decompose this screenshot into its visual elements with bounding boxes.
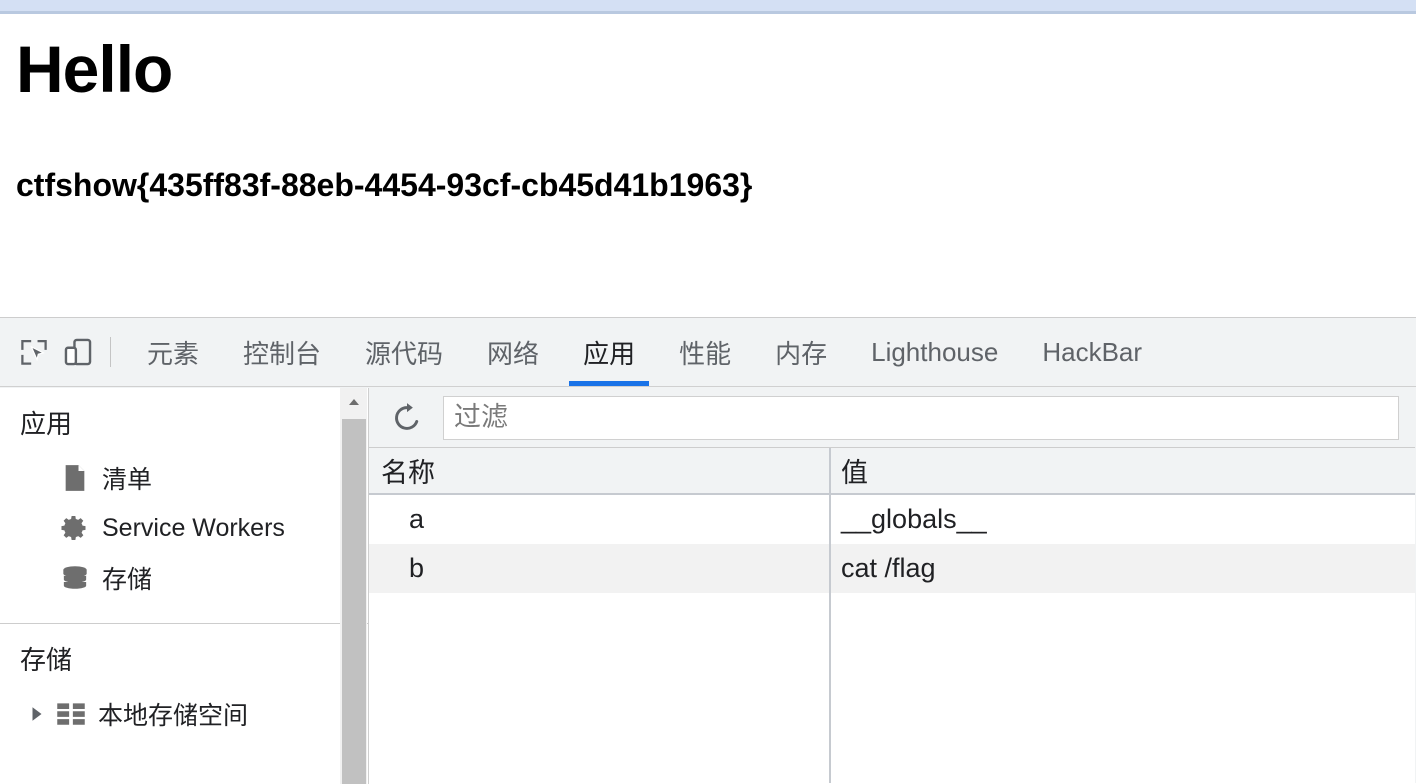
- sidebar-item-label: 本地存储空间: [98, 702, 249, 730]
- column-header-name[interactable]: 名称: [369, 448, 829, 493]
- tab-lighthouse[interactable]: Lighthouse: [849, 319, 1020, 386]
- sidebar-section-title-application: 应用: [20, 409, 73, 439]
- tab-memory[interactable]: 内存: [753, 319, 849, 386]
- cell-key[interactable]: a: [369, 495, 829, 544]
- table-row[interactable]: a __globals__: [369, 495, 1415, 544]
- tab-label: 网络: [487, 338, 540, 369]
- device-toolbar-icon[interactable]: [56, 330, 100, 374]
- sidebar-scrollbar[interactable]: [340, 388, 367, 784]
- database-icon: [60, 563, 90, 593]
- sidebar-item-storage[interactable]: 存储: [0, 553, 368, 603]
- tab-console[interactable]: 控制台: [221, 319, 343, 386]
- application-sidebar: 应用 清单 Service Workers 存储 存储 本地存储空间: [0, 388, 369, 784]
- tab-label: 性能: [679, 338, 732, 369]
- tab-performance[interactable]: 性能: [657, 319, 753, 386]
- tab-label: 内存: [775, 338, 828, 369]
- tab-label: 元素: [147, 338, 200, 369]
- column-header-value[interactable]: 值: [829, 448, 1415, 493]
- toolbar-divider: [110, 337, 111, 367]
- devtools-body: 应用 清单 Service Workers 存储 存储 本地存储空间 过滤 名称…: [0, 388, 1416, 784]
- tab-label: 控制台: [243, 338, 322, 369]
- devtools-panel: 元素 控制台 源代码 网络 应用 性能 内存 Lighthouse HackBa…: [0, 317, 1416, 784]
- devtools-tabbar: 元素 控制台 源代码 网络 应用 性能 内存 Lighthouse HackBa…: [0, 318, 1416, 387]
- filter-input[interactable]: [443, 395, 1399, 440]
- table-header-row: 名称 值: [369, 448, 1415, 495]
- sidebar-scrollbar-thumb[interactable]: [342, 419, 366, 784]
- sidebar-item-service-workers[interactable]: Service Workers: [0, 503, 368, 553]
- sidebar-section-title-storage: 存储: [20, 645, 73, 675]
- manifest-document-icon: [60, 463, 90, 493]
- chevron-right-icon[interactable]: [26, 703, 48, 725]
- tab-label: 应用: [583, 338, 636, 369]
- inspect-element-icon[interactable]: [12, 330, 56, 374]
- browser-chrome-strip: [0, 0, 1416, 14]
- table-grid-icon: [56, 699, 86, 729]
- scroll-up-arrow-icon[interactable]: [340, 388, 367, 415]
- refresh-icon[interactable]: [385, 396, 429, 440]
- page-title: Hello: [16, 32, 173, 106]
- sidebar-item-local-storage[interactable]: 本地存储空间: [0, 689, 368, 739]
- gear-icon: [60, 513, 90, 543]
- sidebar-item-label: 清单: [102, 466, 153, 494]
- table-column-divider[interactable]: [829, 448, 831, 783]
- tab-label: Lighthouse: [871, 336, 999, 367]
- tab-application[interactable]: 应用: [561, 319, 657, 386]
- tab-network[interactable]: 网络: [465, 319, 561, 386]
- table-row[interactable]: b cat /flag: [369, 544, 1415, 593]
- storage-filter-toolbar: [369, 388, 1415, 448]
- table-empty-area[interactable]: [369, 593, 1415, 783]
- tab-label: 源代码: [365, 338, 444, 369]
- flag-text: ctfshow{435ff83f-88eb-4454-93cf-cb45d41b…: [16, 167, 753, 203]
- sidebar-item-label: Service Workers: [102, 513, 285, 542]
- storage-main-panel: 名称 值 a __globals__ b cat /flag: [369, 388, 1415, 784]
- tab-hackbar[interactable]: HackBar: [1020, 319, 1164, 386]
- cell-value[interactable]: __globals__: [829, 495, 1415, 544]
- tab-sources[interactable]: 源代码: [343, 319, 465, 386]
- sidebar-item-manifest[interactable]: 清单: [0, 453, 368, 503]
- local-storage-table: 名称 值 a __globals__ b cat /flag: [369, 448, 1415, 783]
- sidebar-item-label: 存储: [102, 566, 153, 594]
- web-page-viewport: Hello ctfshow{435ff83f-88eb-4454-93cf-cb…: [0, 14, 1416, 317]
- cell-key[interactable]: b: [369, 544, 829, 593]
- tab-elements[interactable]: 元素: [125, 319, 221, 386]
- cell-value[interactable]: cat /flag: [829, 544, 1415, 593]
- tab-label: HackBar: [1042, 336, 1143, 367]
